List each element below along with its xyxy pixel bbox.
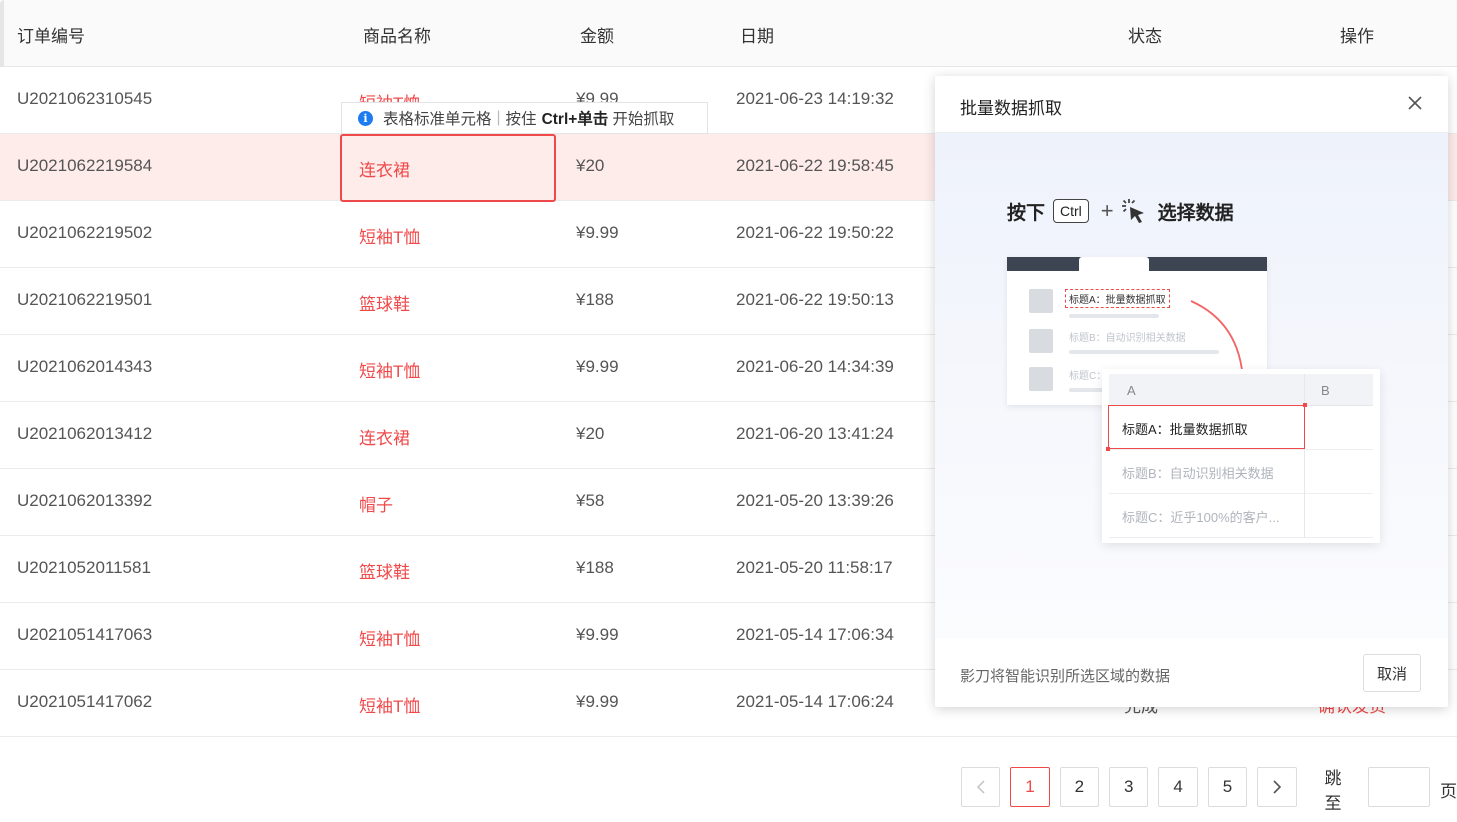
press-label: 按下 (1007, 202, 1046, 224)
order-id-cell: U2021051417063 (17, 625, 153, 644)
header-amount: 金额 (580, 27, 614, 46)
page-button-3[interactable]: 3 (1109, 767, 1149, 807)
product-cell: 帽子 (359, 496, 393, 515)
select-data-label: 选择数据 (1157, 202, 1234, 224)
product-cell: 短袖T恤 (359, 697, 421, 716)
tooltip-hint-prefix: 按住 (505, 111, 537, 128)
date-cell: 2021-06-20 14:34:39 (736, 357, 894, 376)
product-cell: 篮球鞋 (359, 563, 410, 582)
dialog-header: 批量数据抓取 (935, 76, 1448, 133)
product-cell: 篮球鞋 (359, 295, 410, 314)
page-button-1[interactable]: 1 (1010, 767, 1050, 807)
order-id-cell: U2021062219501 (17, 290, 153, 309)
amount-cell: ¥20 (576, 424, 605, 443)
header-action: 操作 (1340, 27, 1374, 46)
order-id-cell: U2021062014343 (17, 357, 153, 376)
amount-cell: ¥20 (576, 156, 605, 175)
product-cell: 连衣裙 (359, 429, 410, 448)
page-button-5[interactable]: 5 (1207, 767, 1248, 807)
sheet-row: 标题C：近乎100%的客户... (1109, 494, 1373, 538)
product-cell: 短袖T恤 (359, 362, 421, 381)
header-date: 日期 (740, 27, 774, 46)
cancel-button[interactable]: 取消 (1363, 654, 1421, 692)
amount-cell: ¥9.99 (576, 357, 619, 376)
ctrl-key-icon: Ctrl (1053, 199, 1089, 223)
order-id-cell: U2021051417062 (17, 692, 153, 711)
header-status: 状态 (1128, 27, 1162, 46)
page-unit-label: 页 (1439, 781, 1457, 801)
tooltip-hint-keys: Ctrl+单击 (541, 111, 609, 128)
sheet-col-a: A (1127, 383, 1136, 398)
dialog-hint: 影刀将智能识别所选区域的数据 (960, 668, 1171, 685)
date-cell: 2021-05-14 17:06:24 (736, 692, 894, 711)
image-icon (1029, 329, 1053, 353)
date-cell: 2021-05-20 13:39:26 (736, 491, 894, 510)
amount-cell: ¥58 (576, 491, 605, 510)
order-id-cell: U2021062219502 (17, 223, 153, 242)
order-id-cell: U2021052011581 (17, 558, 151, 577)
selected-cell-outline (340, 134, 556, 202)
date-cell: 2021-06-22 19:50:22 (736, 223, 894, 242)
next-page-button[interactable] (1257, 767, 1297, 807)
header-product: 商品名称 (363, 27, 431, 46)
order-id-cell: U2021062013392 (17, 491, 153, 510)
page-button-2[interactable]: 2 (1059, 767, 1100, 807)
date-cell: 2021-06-22 19:58:45 (736, 156, 894, 175)
close-icon[interactable] (1402, 90, 1428, 116)
amount-cell: ¥188 (576, 558, 614, 577)
dialog-illustration: 按下 Ctrl + 选择数据 标题A：批量数据抓取 标题B：自动识别相关数据 标… (935, 133, 1448, 638)
order-id-cell: U2021062219584 (17, 156, 153, 175)
batch-scrape-dialog: 批量数据抓取 按下 Ctrl + 选择数据 标题A：批量数据抓取 标题B：自动识… (935, 76, 1448, 707)
dialog-footer: 影刀将智能识别所选区域的数据 取消 (935, 638, 1448, 707)
date-cell: 2021-06-23 14:19:32 (736, 89, 894, 108)
order-id-cell: U2021062013412 (17, 424, 153, 443)
amount-cell: ¥9.99 (576, 692, 619, 711)
browser-item-c: 标题C： (1029, 367, 1109, 392)
sheet-selection (1108, 405, 1305, 449)
pagination: 1 2 3 4 5 跳至 页 (961, 760, 1457, 814)
image-icon (1029, 289, 1053, 313)
chevron-right-icon (1273, 780, 1281, 794)
tooltip-element-type: 表格标准单元格 (383, 111, 492, 128)
sheet-col-b: B (1321, 383, 1330, 398)
image-icon (1029, 367, 1053, 391)
date-cell: 2021-06-22 19:50:13 (736, 290, 894, 309)
page-button-4[interactable]: 4 (1158, 767, 1198, 807)
date-cell: 2021-06-20 13:41:24 (736, 424, 894, 443)
plus-sign: + (1100, 198, 1114, 223)
product-cell: 短袖T恤 (359, 228, 421, 247)
table-header: 订单编号 商品名称 金额 日期 状态 操作 (0, 0, 1457, 67)
product-cell: 短袖T恤 (359, 630, 421, 649)
amount-cell: ¥9.99 (576, 625, 619, 644)
dialog-title: 批量数据抓取 (960, 99, 1062, 118)
amount-cell: ¥188 (576, 290, 614, 309)
amount-cell: ¥9.99 (576, 223, 619, 242)
element-tooltip: i 表格标准单元格 | 按住 Ctrl+单击 开始抓取 (341, 102, 708, 134)
browser-item-a: 标题A：批量数据抓取 (1029, 289, 1170, 318)
info-icon: i (358, 110, 373, 126)
header-order-id: 订单编号 (17, 27, 85, 46)
date-cell: 2021-05-20 11:58:17 (736, 558, 893, 577)
jump-label: 跳至 (1324, 769, 1342, 813)
sheet-row: 标题B：自动识别相关数据 (1109, 450, 1373, 494)
prev-page-button[interactable] (961, 767, 1001, 807)
chevron-left-icon (976, 780, 985, 794)
order-id-cell: U2021062310545 (17, 89, 153, 108)
date-cell: 2021-05-14 17:06:34 (736, 625, 894, 644)
tooltip-hint-suffix: 开始抓取 (612, 111, 675, 128)
illustration-spreadsheet: A B 标题A：批量数据抓取 标题B：自动识别相关数据 标题C：近乎100%的客… (1102, 369, 1380, 543)
jump-page-input[interactable] (1367, 767, 1430, 807)
click-cursor-icon (1121, 199, 1144, 223)
illustration-heading: 按下 Ctrl + 选择数据 (1007, 197, 1234, 225)
